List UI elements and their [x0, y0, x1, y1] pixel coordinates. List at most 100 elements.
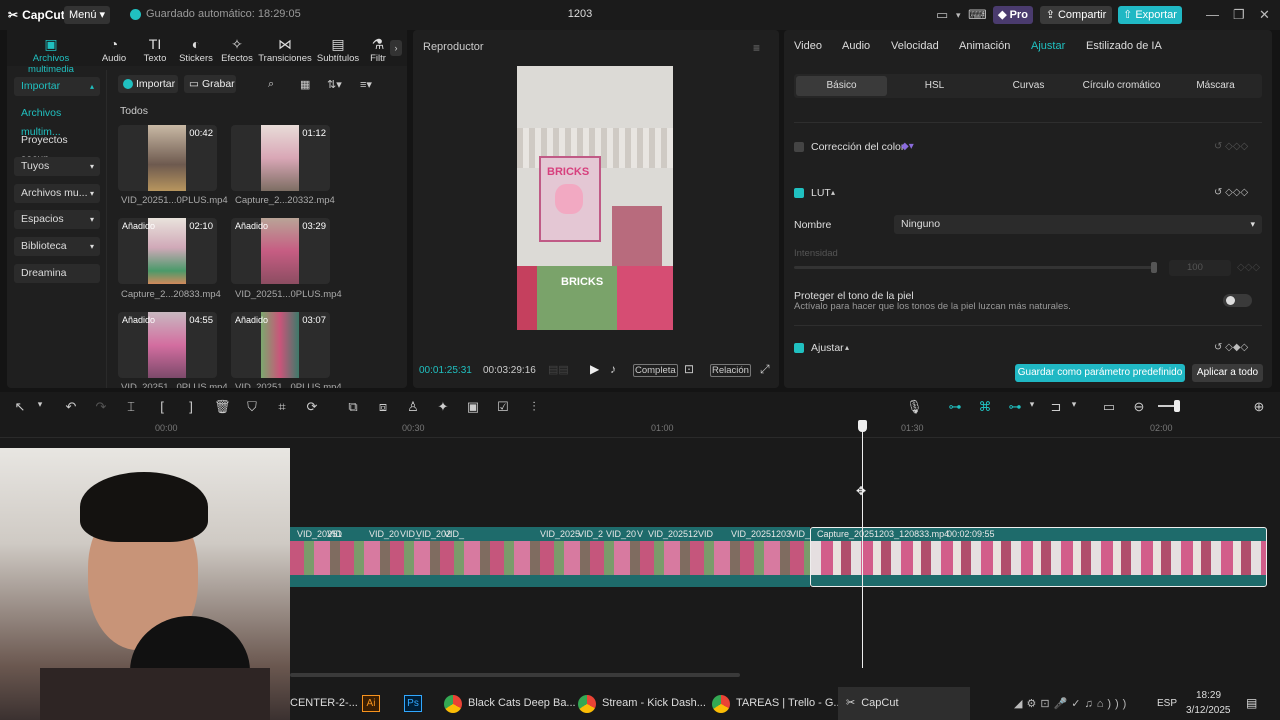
link-track-icon[interactable]: ⊶	[947, 399, 963, 415]
notification-icon[interactable]: ▤	[1246, 696, 1257, 710]
video-preview[interactable]: BRICKS BRICKS	[517, 66, 673, 330]
lut-checkbox[interactable]	[794, 188, 804, 198]
media-item[interactable]: Añadido 04:55	[118, 312, 217, 378]
close-icon[interactable]: ✕	[1259, 7, 1270, 23]
sidebar-item-yours[interactable]: Tuyos ▾	[14, 157, 100, 176]
skin-tone-toggle[interactable]	[1223, 294, 1252, 307]
sidebar-item-library[interactable]: Biblioteca ▾	[14, 237, 100, 256]
chevron-down-icon[interactable]: ▾	[1024, 399, 1040, 410]
subtab-curves[interactable]: Curvas	[983, 76, 1074, 96]
speed-icon[interactable]: ⟳	[304, 399, 320, 415]
redo-icon[interactable]: ↷	[93, 399, 109, 415]
playhead-handle[interactable]	[858, 420, 867, 432]
chevron-down-icon[interactable]: ▾	[32, 399, 48, 410]
project-title[interactable]: 1203	[560, 8, 600, 20]
taskbar-capcut[interactable]: ✂ CapCut	[838, 687, 970, 720]
subtab-mask[interactable]: Máscara	[1170, 76, 1261, 96]
sidebar-item-media[interactable]: Archivos multim...	[14, 104, 100, 138]
zoom-fit-icon[interactable]: ⊕	[1251, 399, 1267, 415]
subtab-color-wheel[interactable]: Círculo cromático	[1076, 76, 1167, 96]
search-icon[interactable]: ⌕	[268, 78, 274, 91]
sidebar-item-projects[interactable]: Proyectos secun...	[14, 131, 100, 165]
keyframe-icon[interactable]: ◇◇◇	[1237, 262, 1260, 273]
playhead[interactable]	[862, 428, 863, 668]
menu-button[interactable]: Menú ▾	[64, 6, 110, 24]
magic-wand-icon[interactable]: ✦	[435, 399, 451, 415]
play-icon[interactable]: ▶	[590, 362, 599, 376]
reset-icon[interactable]: ↺ ◇◆◇	[1214, 342, 1248, 353]
freeze-icon[interactable]: ⧈	[375, 399, 391, 415]
taskbar-item[interactable]: CENTER-2-...	[290, 687, 358, 720]
import-button[interactable]: Importar	[118, 75, 178, 93]
sidebar-item-media-files[interactable]: Archivos mu... ▾	[14, 184, 100, 203]
tab-filters[interactable]: ⚗ Filtr	[366, 36, 390, 64]
timeline-ruler[interactable]	[0, 418, 1280, 438]
reset-icon[interactable]: ↺ ◇◇◇	[1214, 141, 1248, 152]
undo-icon[interactable]: ↶	[63, 399, 79, 415]
video-check-icon[interactable]: ☑	[495, 399, 511, 415]
split-icon[interactable]: ⌶	[123, 399, 139, 415]
media-item[interactable]: 01:12	[231, 125, 330, 191]
tiktok-icon[interactable]: ♪	[610, 362, 616, 376]
language-indicator[interactable]: ESP	[1157, 698, 1177, 709]
tab-audio-props[interactable]: Audio	[842, 40, 870, 52]
subtab-basic[interactable]: Básico	[796, 76, 887, 96]
taskbar-chrome-2[interactable]: Stream - Kick Dash...	[578, 687, 706, 720]
adjust-checkbox[interactable]	[794, 343, 804, 353]
replace-icon[interactable]: ⧉	[345, 399, 361, 415]
sidebar-item-import[interactable]: Importar ▴	[14, 77, 100, 96]
save-preset-button[interactable]: Guardar como parámetro predefinido	[1015, 364, 1185, 382]
chevron-right-icon[interactable]: ›	[390, 40, 402, 56]
zoom-out-icon[interactable]: ⊖	[1131, 399, 1147, 415]
tab-adjust[interactable]: Ajustar	[1031, 40, 1065, 52]
color-correction-checkbox[interactable]	[794, 142, 804, 152]
media-item[interactable]: Añadido 03:29	[231, 218, 330, 284]
layout-icon[interactable]: ▭	[936, 7, 948, 23]
preview-axis-icon[interactable]: ⊐	[1048, 399, 1064, 415]
tray-icons[interactable]: ◢⚙⊡🎤✓♫⌂)))	[1014, 697, 1130, 710]
hd-icon[interactable]: ▣	[465, 399, 481, 415]
media-item[interactable]: 00:42	[118, 125, 217, 191]
layout-dropdown-icon[interactable]: ▾	[956, 10, 961, 21]
full-quality-button[interactable]: Completa	[633, 364, 678, 377]
taskbar-chrome-3[interactable]: TAREAS | Trello - G...	[712, 687, 843, 720]
record-button[interactable]: ▭ Grabar	[184, 75, 236, 93]
minimize-icon[interactable]: —	[1206, 7, 1219, 22]
shortcuts-icon[interactable]: ⌨	[968, 7, 987, 23]
grid-view-icon[interactable]: ▦	[300, 78, 310, 91]
select-cursor-icon[interactable]: ↖	[12, 399, 28, 415]
media-item[interactable]: Añadido 02:10	[118, 218, 217, 284]
crop-icon[interactable]: ⌗	[274, 399, 290, 415]
subtab-hsl[interactable]: HSL	[889, 76, 980, 96]
share-button[interactable]: ⇪ Compartir	[1040, 6, 1112, 24]
fullscreen-icon[interactable]: ⤢	[760, 362, 770, 377]
shield-icon[interactable]: ⛉	[244, 399, 260, 415]
maximize-icon[interactable]: ❐	[1233, 7, 1245, 23]
timeline-strip-icon[interactable]: ▤▤	[548, 363, 569, 376]
media-item[interactable]: Añadido 03:07	[231, 312, 330, 378]
clock-time[interactable]: 18:29	[1196, 690, 1221, 701]
tab-speed[interactable]: Velocidad	[891, 40, 939, 52]
pro-button[interactable]: ◆ Pro	[993, 6, 1033, 24]
filter-icon[interactable]: ≡▾	[360, 78, 372, 91]
lut-name-select[interactable]: Ninguno ▾	[894, 215, 1262, 234]
magnet-icon[interactable]: ⌘	[977, 399, 993, 415]
split-left-icon[interactable]: [	[154, 399, 170, 414]
reset-icon[interactable]: ↺ ◇◇◇	[1214, 187, 1248, 198]
snapshot-icon[interactable]: ⊡	[684, 362, 694, 376]
tab-ai-style[interactable]: Estilizado de IA	[1086, 40, 1162, 52]
taskbar-chrome-1[interactable]: Black Cats Deep Ba...	[444, 687, 576, 720]
microphone-icon[interactable]: 🎙	[906, 399, 923, 415]
sidebar-item-spaces[interactable]: Espacios ▾	[14, 210, 100, 229]
zoom-slider-handle[interactable]	[1174, 400, 1180, 412]
apply-all-button[interactable]: Aplicar a todo	[1192, 364, 1263, 382]
screen-icon[interactable]: ▭	[1101, 399, 1117, 415]
tab-animation[interactable]: Animación	[959, 40, 1010, 52]
snap-icon[interactable]: ⊶	[1007, 399, 1023, 415]
export-button[interactable]: ⇧ Exportar	[1118, 6, 1182, 24]
person-icon[interactable]: ♙	[405, 399, 421, 415]
tab-subtitles[interactable]: ▤ Subtítulos	[313, 36, 363, 64]
intensity-slider[interactable]	[794, 266, 1156, 269]
chevron-up-icon[interactable]: ▴	[845, 343, 849, 352]
chevron-up-icon[interactable]: ▴	[831, 188, 835, 197]
